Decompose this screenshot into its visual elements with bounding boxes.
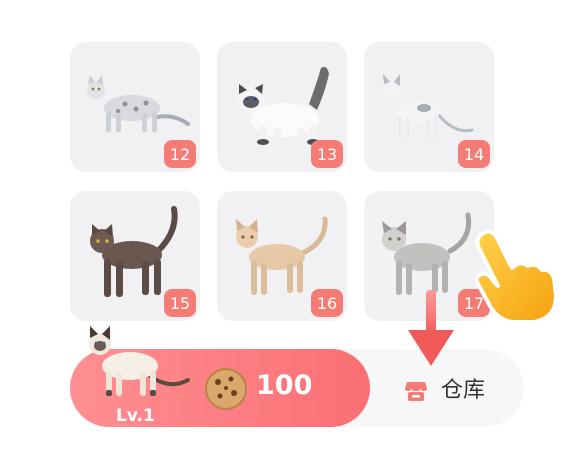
cat-card-12[interactable]: 12 [70, 42, 200, 172]
down-arrow-icon [408, 290, 454, 366]
cat-card-13[interactable]: 13 [217, 42, 347, 172]
level-badge: 12 [164, 140, 196, 168]
level-badge: 14 [458, 140, 490, 168]
price-label: 100 [256, 370, 313, 401]
level-label: Lv.1 [116, 406, 155, 426]
level-badge: 16 [311, 289, 343, 317]
cat-card-16[interactable]: 16 [217, 191, 347, 321]
cat-card-14[interactable]: 14 [364, 42, 494, 172]
shop-icon [405, 382, 427, 401]
pointing-hand-icon [474, 229, 558, 324]
level-badge: 15 [164, 289, 196, 317]
cookie-icon [205, 368, 247, 410]
siamese-cat-icon [89, 326, 190, 396]
cat-card-15[interactable]: 15 [70, 191, 200, 321]
warehouse-label: 仓库 [441, 378, 486, 403]
level-badge: 13 [311, 140, 343, 168]
